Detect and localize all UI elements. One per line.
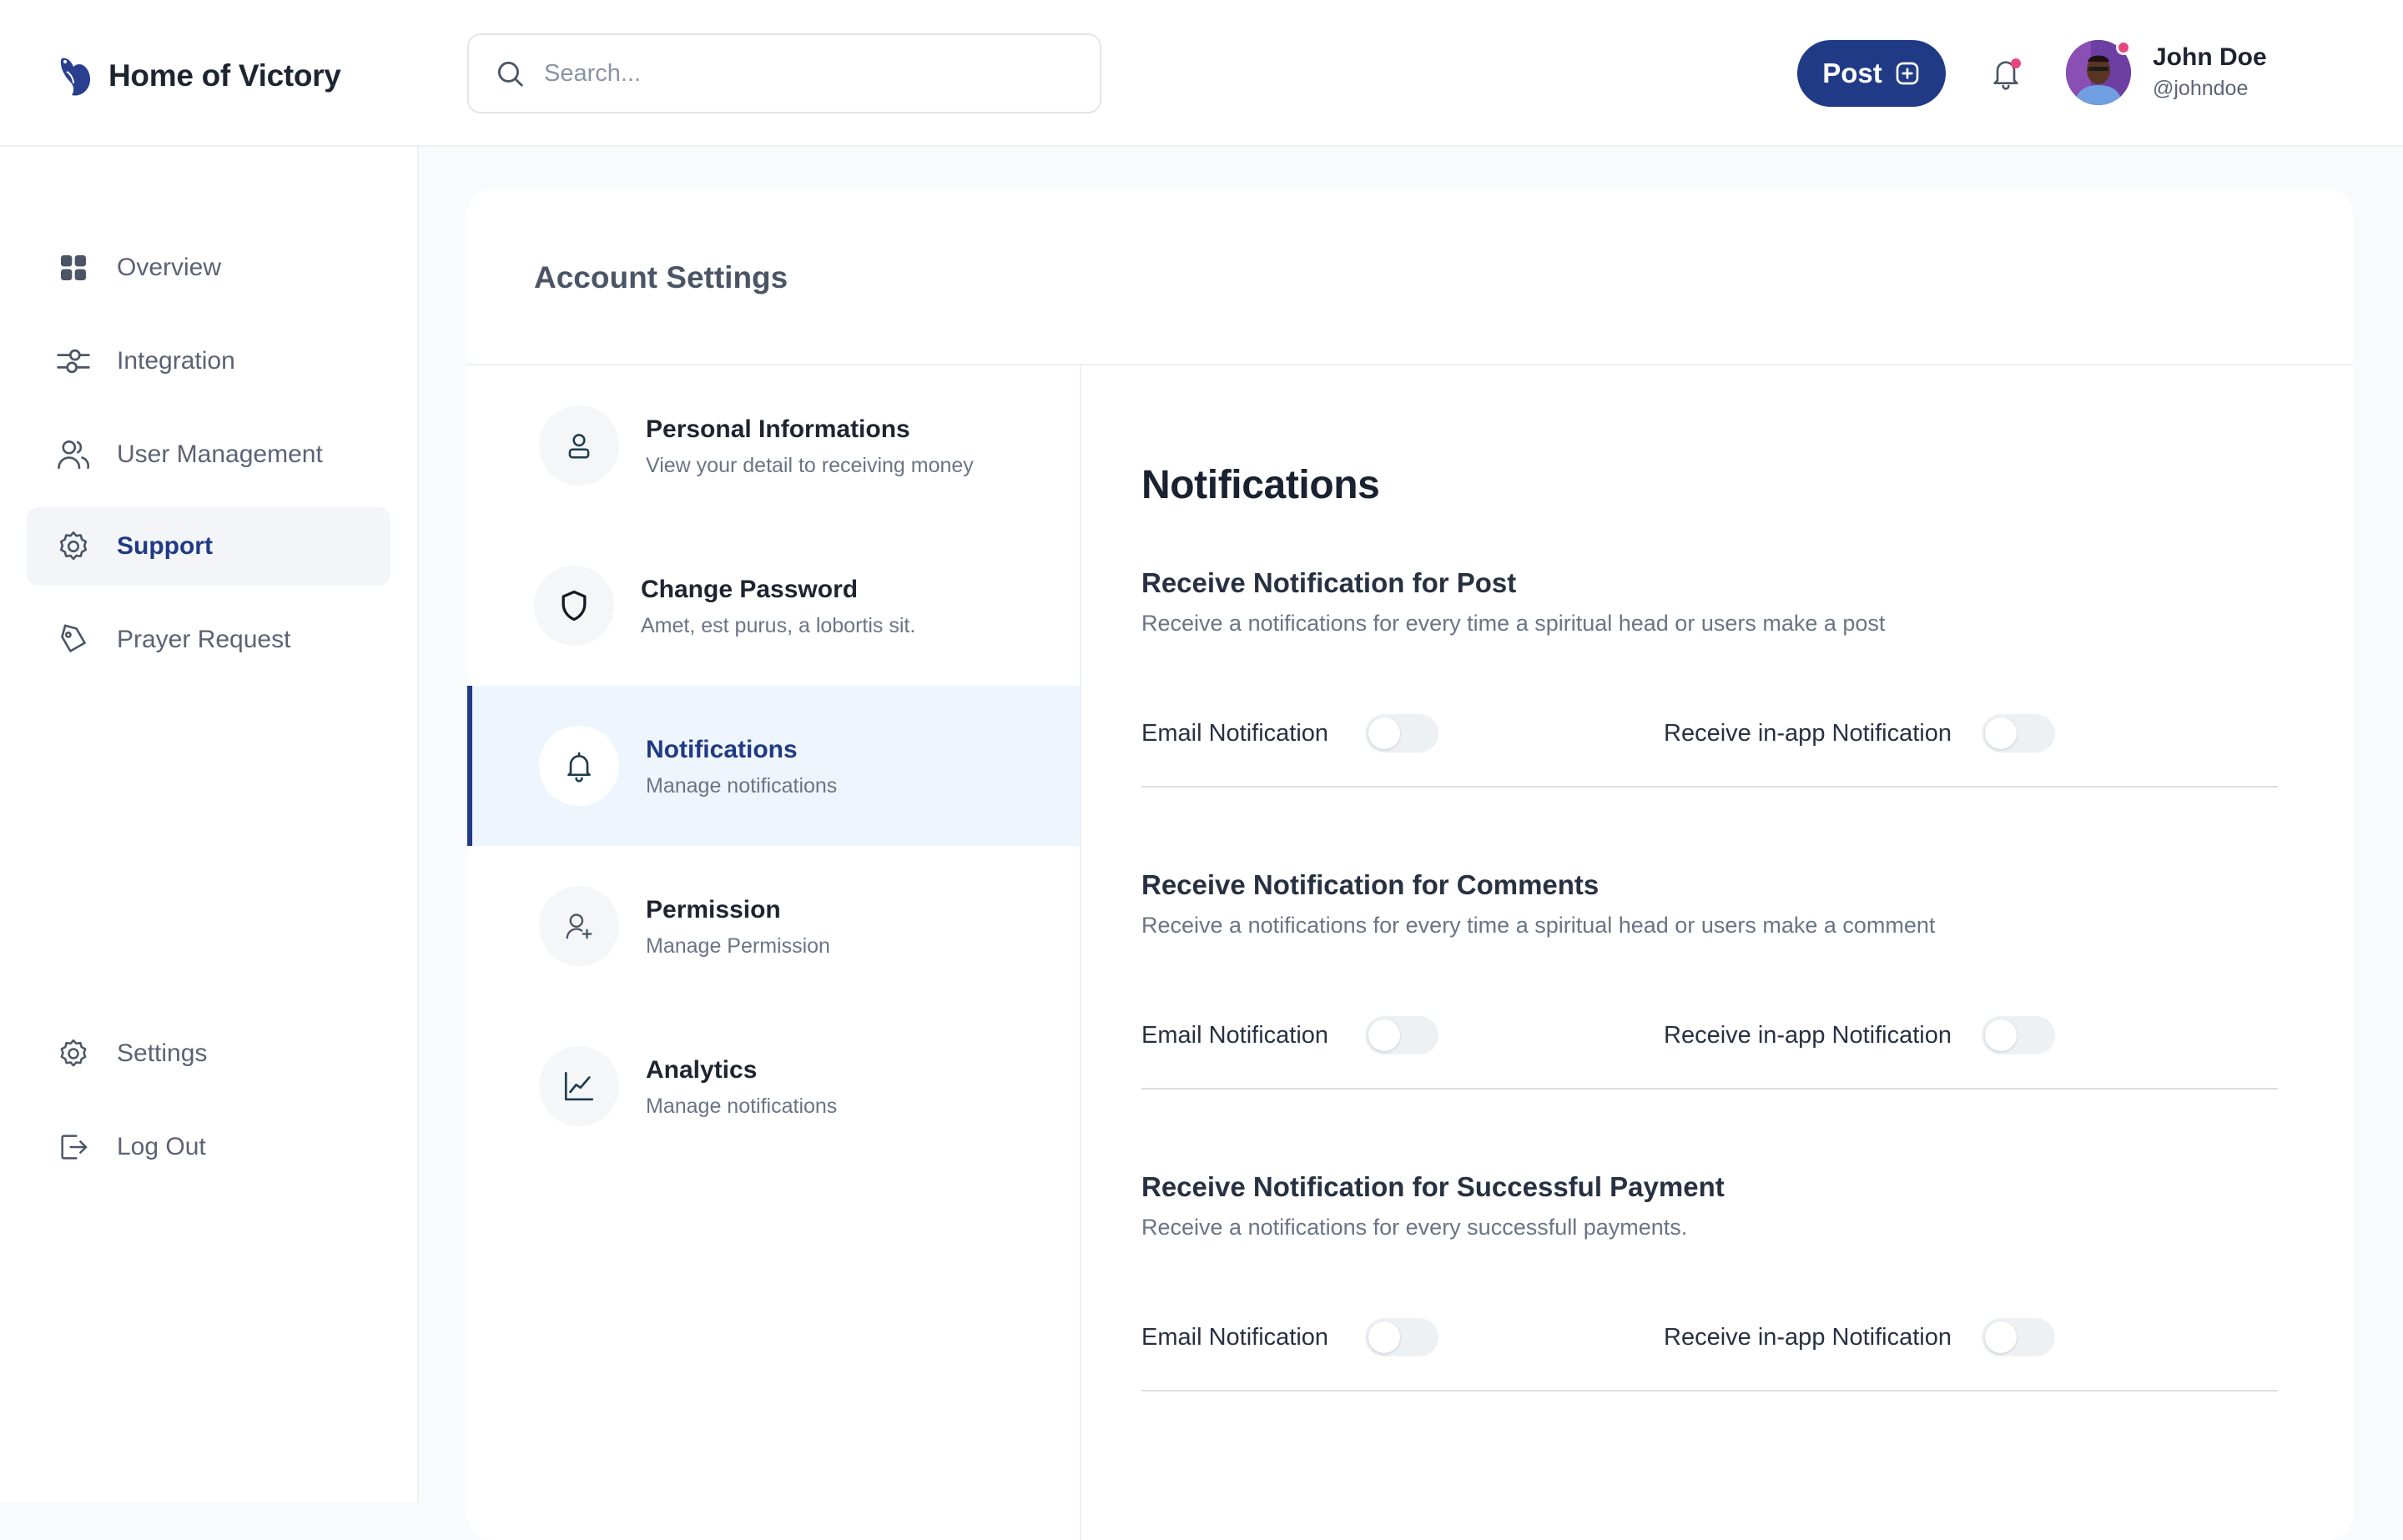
bell-icon <box>539 726 619 806</box>
dove-logo-icon <box>57 53 97 98</box>
sidebar-item-label: Settings <box>117 1039 208 1067</box>
sidebar-item-label: Prayer Request <box>117 626 291 653</box>
section-description: Receive a notifications for every time a… <box>1141 913 1936 938</box>
email-notification-label: Email Notification <box>1141 1323 1329 1351</box>
sidebar-item-label: Support <box>117 532 213 560</box>
email-option: Email Notification <box>1141 1016 1439 1054</box>
logout-icon <box>55 1129 92 1165</box>
sidebar-item-prayer-request[interactable]: Prayer Request <box>27 601 390 679</box>
account-settings-card: Account Settings Personal Informations V… <box>467 189 2353 1540</box>
email-option: Email Notification <box>1141 714 1439 752</box>
user-icon <box>539 405 619 486</box>
sidebar-item-user-management[interactable]: User Management <box>27 415 390 494</box>
inapp-notification-toggle[interactable] <box>1981 714 2055 752</box>
sidebar-item-label: User Management <box>117 440 323 468</box>
plus-square-icon <box>1894 60 1921 87</box>
user-name: John Doe <box>2153 43 2267 71</box>
settings-item-subtitle: Amet, est purus, a lobortis sit. <box>641 614 916 637</box>
section-divider <box>1141 786 2278 788</box>
gear-icon <box>55 528 92 565</box>
sidebar-item-integration[interactable]: Integration <box>27 322 390 400</box>
gear-icon <box>55 1035 92 1072</box>
section-title: Receive Notification for Successful Paym… <box>1141 1171 1725 1202</box>
sidebar-item-label: Integration <box>117 347 235 375</box>
post-button[interactable]: Post <box>1797 40 1946 107</box>
settings-item-title: Personal Informations <box>646 415 910 443</box>
inapp-notification-label: Receive in-app Notification <box>1664 1323 1952 1351</box>
toggle-knob <box>1984 1019 2017 1051</box>
notification-section-post: Receive Notification for Post Receive a … <box>1141 567 2278 869</box>
settings-item-subtitle: Manage Permission <box>646 934 830 958</box>
section-divider <box>1141 1390 2278 1392</box>
email-notification-toggle[interactable] <box>1365 714 1439 752</box>
email-option: Email Notification <box>1141 1318 1439 1356</box>
brand[interactable]: Home of Victory <box>57 53 341 98</box>
sidebar-item-label: Log Out <box>117 1133 206 1160</box>
sliders-icon <box>55 343 92 380</box>
page-title: Account Settings <box>534 260 788 294</box>
settings-item-permission[interactable]: Permission Manage Permission <box>467 846 1080 1006</box>
inapp-notification-toggle[interactable] <box>1981 1016 2055 1054</box>
inapp-notification-label: Receive in-app Notification <box>1664 1021 1952 1049</box>
notification-section-comments: Receive Notification for Comments Receiv… <box>1141 869 2278 1171</box>
panel-title: Notifications <box>1141 463 1380 507</box>
toggle-knob <box>1984 1321 2017 1353</box>
brand-name: Home of Victory <box>108 58 341 93</box>
settings-item-subtitle: Manage notifications <box>646 1095 838 1118</box>
search-box[interactable] <box>467 33 1101 113</box>
notification-section-payment: Receive Notification for Successful Paym… <box>1141 1171 2278 1473</box>
settings-item-notifications[interactable]: Notifications Manage notifications <box>467 686 1080 846</box>
top-header: Home of Victory Post <box>0 0 2403 147</box>
inapp-option: Receive in-app Notification <box>1664 1318 2055 1356</box>
users-icon <box>55 436 92 473</box>
section-divider <box>1141 1088 2278 1090</box>
shield-icon <box>534 566 614 646</box>
notification-badge <box>2011 58 2021 68</box>
sidebar: Overview Integration User Management Sup… <box>0 147 419 1502</box>
search-icon <box>494 58 526 89</box>
user-plus-icon <box>539 886 619 966</box>
user-handle: @johndoe <box>2153 77 2249 100</box>
settings-item-title: Permission <box>646 896 781 923</box>
toggle-knob <box>1984 717 2017 749</box>
settings-menu: Personal Informations View your detail t… <box>467 365 1081 1540</box>
post-button-label: Post <box>1822 58 1882 88</box>
settings-item-analytics[interactable]: Analytics Manage notifications <box>467 1006 1080 1166</box>
settings-item-personal-informations[interactable]: Personal Informations View your detail t… <box>467 365 1080 526</box>
notification-bell-icon[interactable] <box>1989 55 2023 92</box>
email-notification-toggle[interactable] <box>1365 1318 1439 1356</box>
section-title: Receive Notification for Comments <box>1141 869 1599 900</box>
toggle-knob <box>1368 1321 1401 1353</box>
settings-item-title: Analytics <box>646 1056 758 1084</box>
email-notification-label: Email Notification <box>1141 719 1329 747</box>
inapp-option: Receive in-app Notification <box>1664 714 2055 752</box>
notifications-panel: Notifications Receive Notification for P… <box>1141 365 2285 1540</box>
search-input[interactable] <box>544 59 1061 88</box>
email-notification-label: Email Notification <box>1141 1021 1329 1049</box>
section-description: Receive a notifications for every succes… <box>1141 1215 1688 1240</box>
section-title: Receive Notification for Post <box>1141 567 1517 598</box>
toggle-knob <box>1368 717 1401 749</box>
sidebar-item-label: Overview <box>117 254 222 281</box>
inapp-notification-label: Receive in-app Notification <box>1664 719 1952 747</box>
tag-icon <box>55 622 92 658</box>
section-description: Receive a notifications for every time a… <box>1141 611 1886 636</box>
settings-item-change-password[interactable]: Change Password Amet, est purus, a lobor… <box>467 526 1080 686</box>
online-status-dot <box>2116 40 2131 55</box>
toggle-knob <box>1368 1019 1401 1051</box>
settings-item-subtitle: Manage notifications <box>646 774 838 798</box>
sidebar-item-support[interactable]: Support <box>27 507 390 586</box>
inapp-notification-toggle[interactable] <box>1981 1318 2055 1356</box>
chart-icon <box>539 1046 619 1126</box>
sidebar-item-log-out[interactable]: Log Out <box>27 1108 390 1186</box>
email-notification-toggle[interactable] <box>1365 1016 1439 1054</box>
settings-item-subtitle: View your detail to receiving money <box>646 454 974 477</box>
settings-item-title: Notifications <box>646 736 798 763</box>
grid-icon <box>55 249 92 286</box>
sidebar-item-settings[interactable]: Settings <box>27 1014 390 1093</box>
inapp-option: Receive in-app Notification <box>1664 1016 2055 1054</box>
sidebar-item-overview[interactable]: Overview <box>27 229 390 307</box>
settings-item-title: Change Password <box>641 576 859 603</box>
